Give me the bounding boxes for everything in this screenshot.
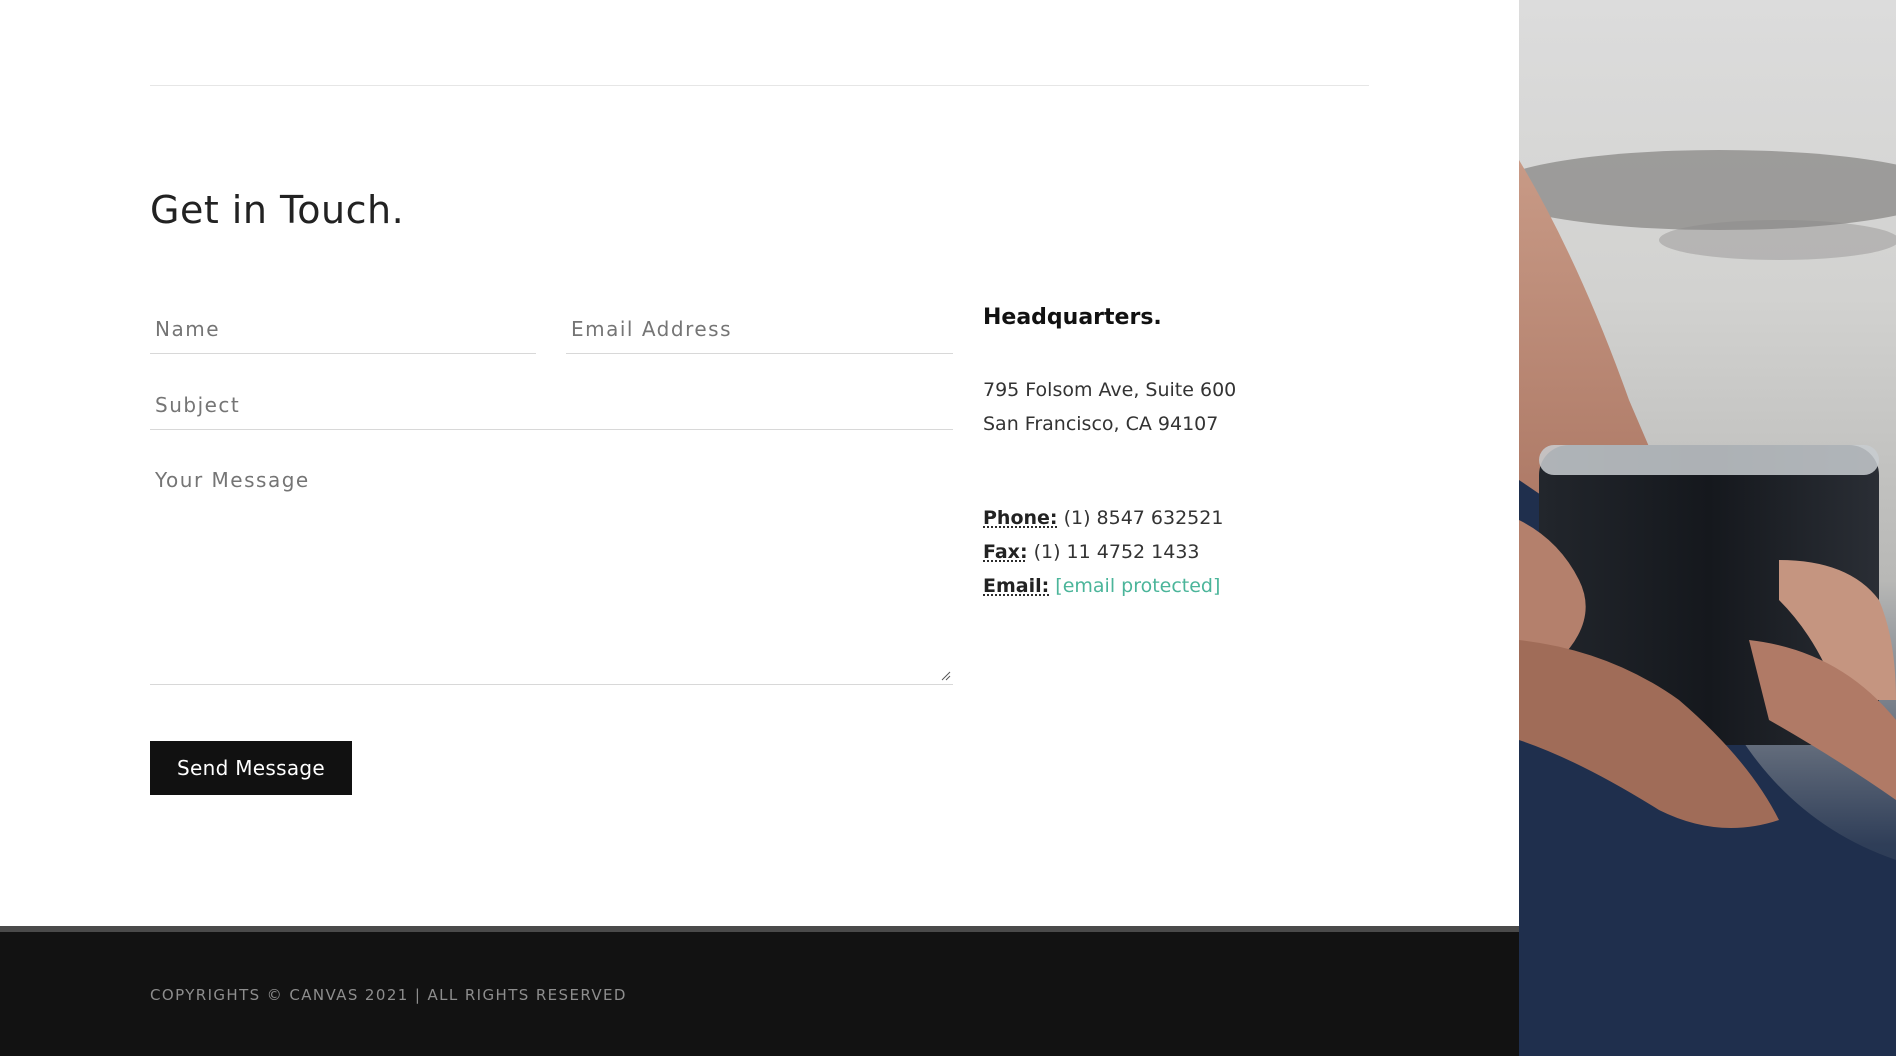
email-row: Email: [email protected] — [983, 575, 1220, 597]
send-message-button[interactable]: Send Message — [150, 741, 352, 795]
contact-section: Get in Touch. Name Email Address Subject… — [0, 0, 1519, 1056]
message-textarea[interactable]: Your Message — [150, 456, 953, 685]
name-placeholder: Name — [155, 317, 221, 341]
phone-row: Phone: (1) 8547 632521 — [983, 507, 1223, 529]
copyright-text: COPYRIGHTS © CANVAS 2021 | ALL RIGHTS RE… — [150, 986, 627, 1004]
email-label: Email: — [983, 575, 1050, 597]
address-line-1: 795 Folsom Ave, Suite 600 — [983, 379, 1237, 401]
fax-row: Fax: (1) 11 4752 1433 — [983, 541, 1200, 563]
name-input[interactable]: Name — [150, 305, 536, 354]
phone-label: Phone: — [983, 507, 1058, 529]
subject-placeholder: Subject — [155, 393, 241, 417]
page-title: Get in Touch. — [150, 188, 405, 232]
address-line-2: San Francisco, CA 94107 — [983, 413, 1219, 435]
footer: COPYRIGHTS © CANVAS 2021 | ALL RIGHTS RE… — [0, 932, 1519, 1056]
section-divider — [150, 85, 1369, 86]
hand-holding-phone-photo — [1519, 0, 1896, 1056]
email-link[interactable]: [email protected] — [1055, 575, 1220, 597]
subject-input[interactable]: Subject — [150, 380, 953, 430]
email-input[interactable]: Email Address — [566, 305, 953, 354]
message-placeholder: Your Message — [155, 468, 310, 492]
resize-grip-icon[interactable] — [941, 671, 951, 681]
headquarters-title: Headquarters. — [983, 305, 1162, 330]
fax-label: Fax: — [983, 541, 1028, 563]
email-placeholder: Email Address — [571, 317, 732, 341]
fax-value: (1) 11 4752 1433 — [1033, 541, 1200, 563]
phone-value: (1) 8547 632521 — [1063, 507, 1224, 529]
